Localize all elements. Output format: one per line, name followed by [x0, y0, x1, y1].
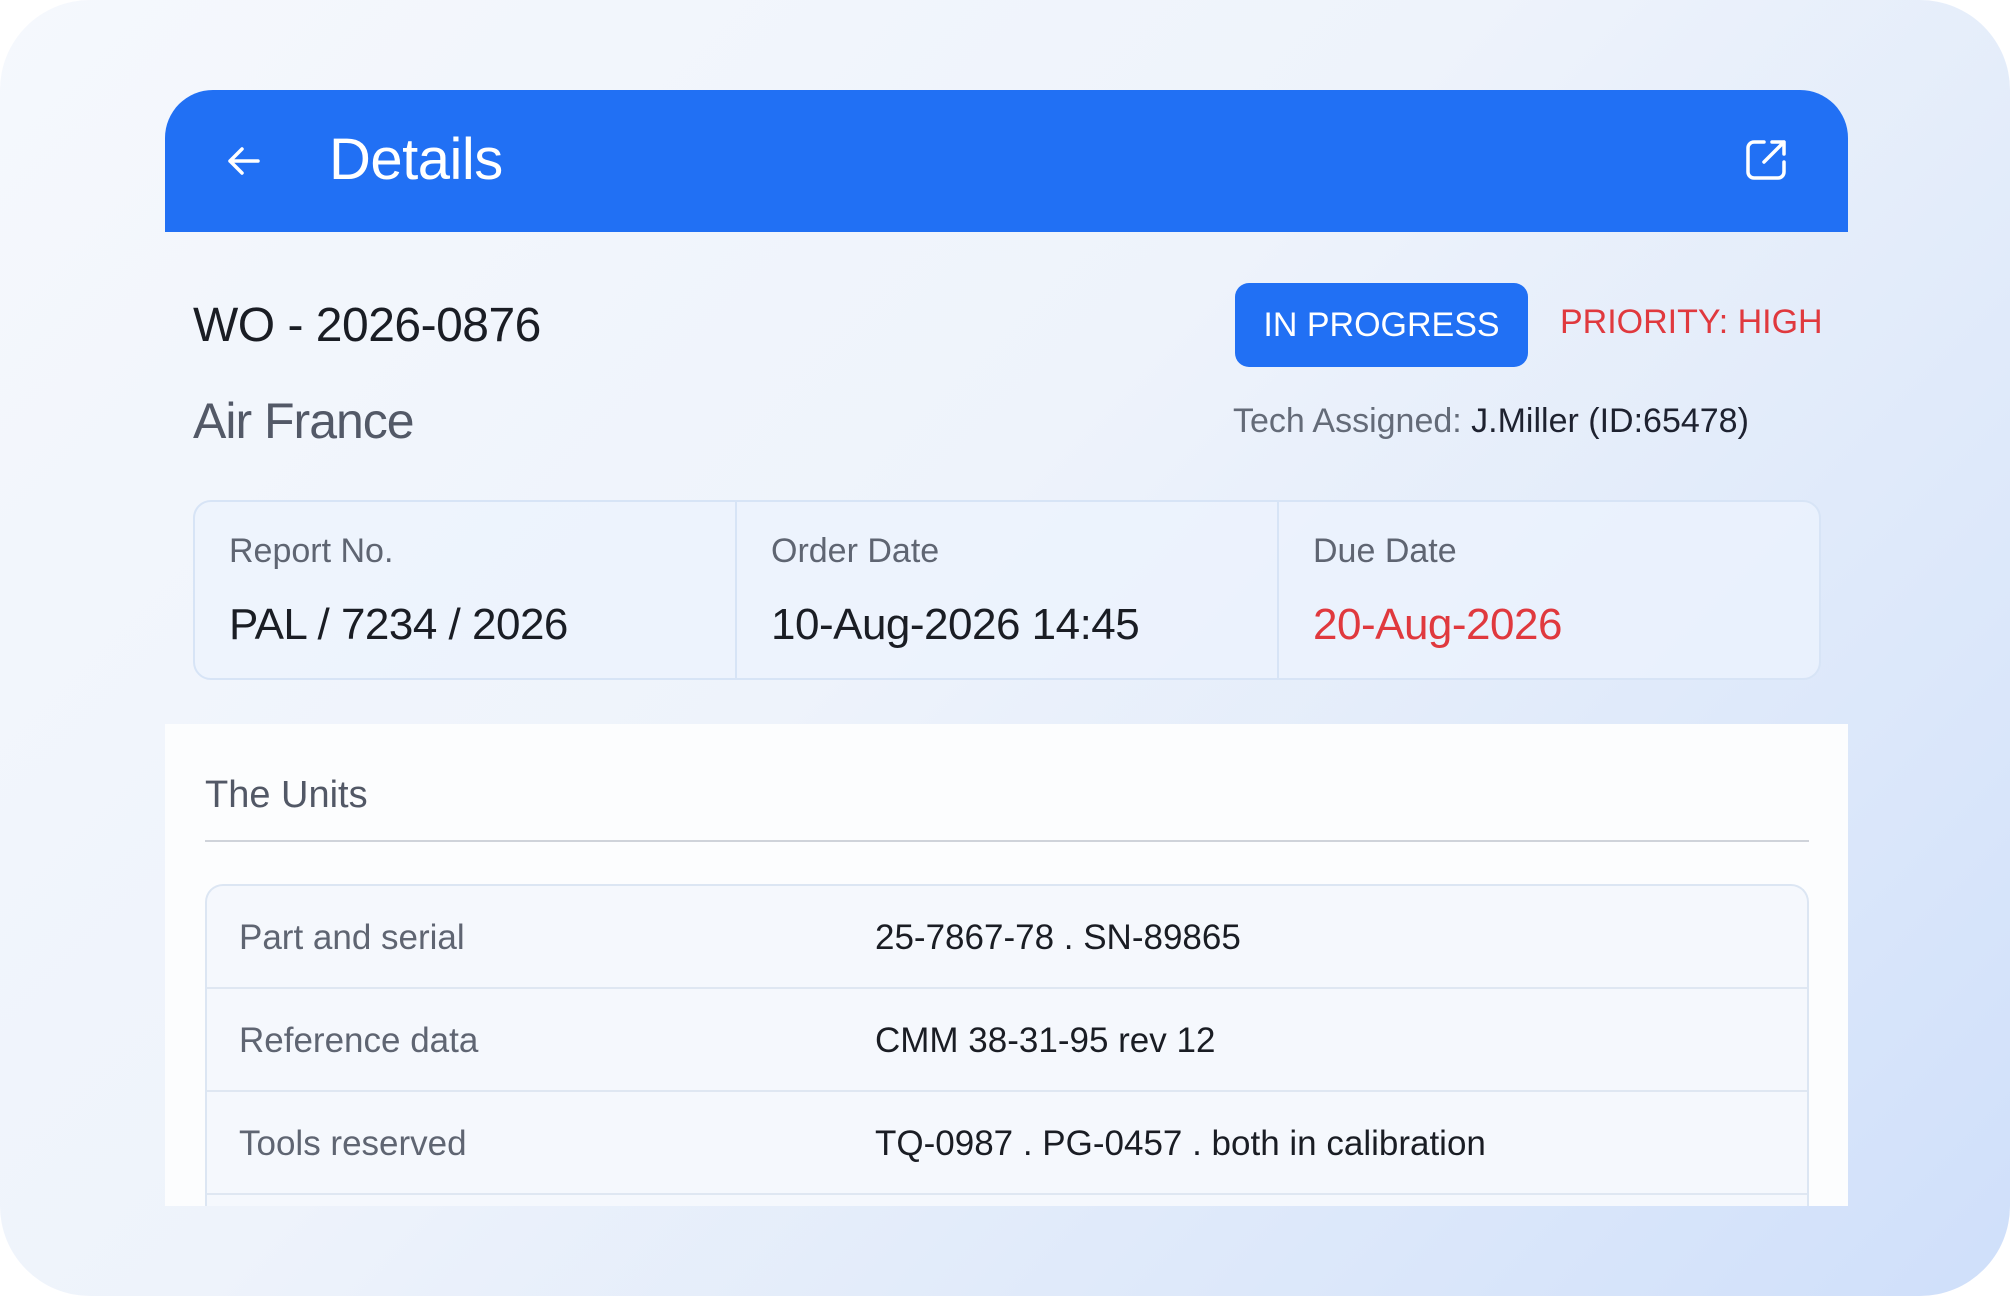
order-date-value: 10-Aug-2026 14:45: [771, 600, 1140, 649]
row-label: Reference data: [239, 1021, 479, 1060]
work-order-number: WO - 2026-0876: [193, 299, 541, 352]
device-frame: Details WO - 2026-0876 Air France IN PRO…: [0, 0, 2010, 1296]
tech-assigned-value: J.Miller (ID:65478): [1471, 402, 1749, 440]
due-date-cell: Due Date 20-Aug-2026: [1279, 502, 1819, 678]
priority-label: PRIORITY: HIGH: [1560, 303, 1823, 341]
table-row: Reference data CMM 38-31-95 rev 12: [207, 989, 1807, 1092]
report-number-value: PAL / 7234 / 2026: [229, 600, 568, 649]
units-table: Part and serial 25-7867-78 . SN-89865 Re…: [205, 884, 1809, 1206]
tech-assigned: Tech Assigned: J.Miller (ID:65478): [1233, 402, 1749, 441]
row-label: Part and serial: [239, 918, 465, 957]
arrow-left-icon[interactable]: [218, 136, 268, 186]
order-info-box: Report No. PAL / 7234 / 2026 Order Date …: [193, 500, 1821, 680]
page-title: Details: [329, 127, 503, 192]
due-date-value: 20-Aug-2026: [1313, 600, 1562, 649]
details-screen: Details WO - 2026-0876 Air France IN PRO…: [165, 90, 1848, 1206]
report-number-cell: Report No. PAL / 7234 / 2026: [195, 502, 737, 678]
units-section-title: The Units: [205, 774, 368, 816]
table-row: Tools reserved TQ-0987 . PG-0457 . both …: [207, 1092, 1807, 1195]
order-date-cell: Order Date 10-Aug-2026 14:45: [737, 502, 1279, 678]
order-date-label: Order Date: [771, 532, 940, 570]
row-value: TQ-0987 . PG-0457 . both in calibration: [875, 1124, 1486, 1163]
row-label: Tools reserved: [239, 1124, 467, 1163]
status-badge: IN PROGRESS: [1235, 283, 1528, 367]
table-row: Part and serial 25-7867-78 . SN-89865: [207, 886, 1807, 989]
customer-name: Air France: [193, 393, 415, 449]
external-link-icon[interactable]: [1740, 134, 1792, 186]
tech-assigned-label: Tech Assigned:: [1233, 402, 1462, 440]
units-panel: The Units Part and serial 25-7867-78 . S…: [165, 724, 1848, 1206]
section-divider: [205, 840, 1809, 842]
row-value: 25-7867-78 . SN-89865: [875, 918, 1241, 957]
row-value: CMM 38-31-95 rev 12: [875, 1021, 1216, 1060]
report-number-label: Report No.: [229, 532, 394, 570]
table-row: [207, 1195, 1807, 1206]
app-header: Details: [165, 90, 1848, 232]
due-date-label: Due Date: [1313, 532, 1457, 570]
